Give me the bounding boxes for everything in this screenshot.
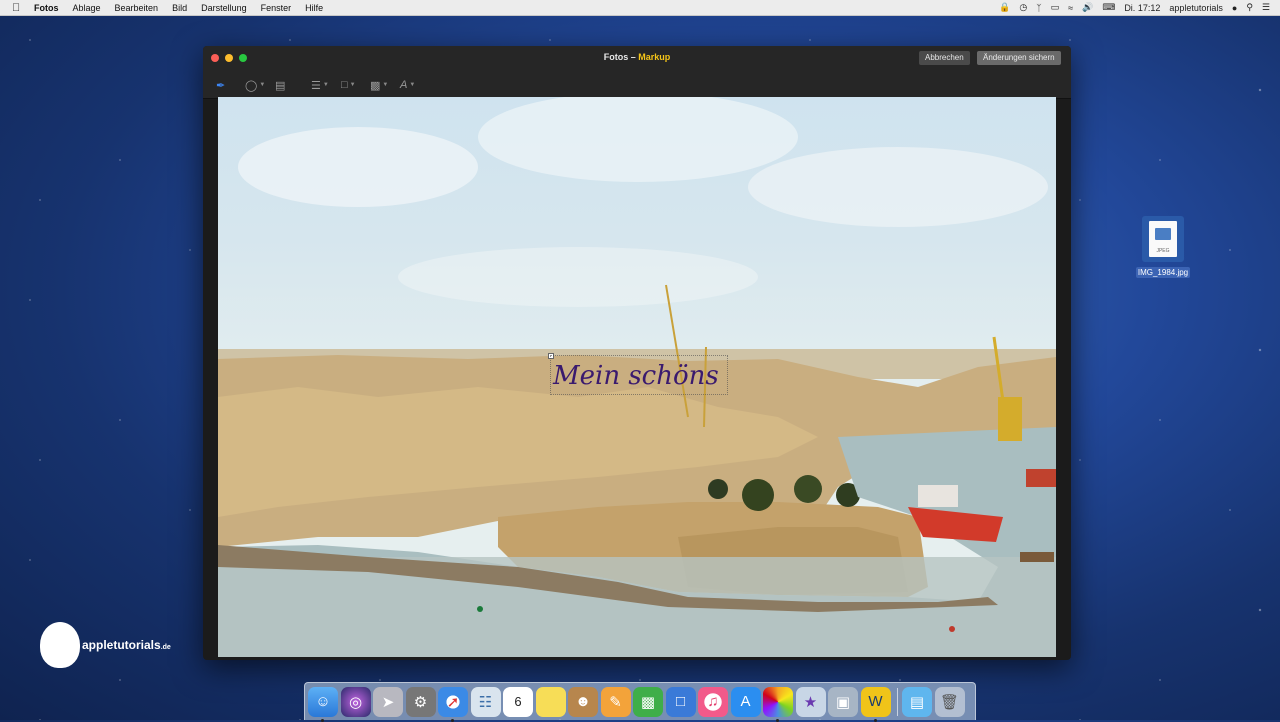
contacts-icon[interactable]: ☻ <box>568 686 598 717</box>
sketch-tool-icon[interactable]: ✒ <box>216 78 225 92</box>
volume-icon[interactable]: 🔊 <box>1082 2 1093 13</box>
photo-canvas[interactable]: Mein schöns <box>218 97 1056 657</box>
chevron-down-icon: ▼ <box>259 82 266 88</box>
text-tool-icon[interactable]: ▤ <box>275 78 285 92</box>
logo-suffix: .de <box>160 644 171 651</box>
title-bar: Fotos – Markup Abbrechen Änderungen sich… <box>203 46 1071 70</box>
downloads-folder-icon[interactable]: ▤ <box>902 686 932 717</box>
menu-bild[interactable]: Bild <box>172 3 187 13</box>
wifi-icon[interactable]: ≈ <box>1068 3 1073 13</box>
spotlight-icon[interactable]: ⚲ <box>1246 2 1253 13</box>
chevron-down-icon: ▼ <box>409 82 416 88</box>
chevron-down-icon: ▼ <box>349 82 356 88</box>
apple-logo-icon <box>40 622 80 668</box>
window-title-app: Fotos <box>603 52 629 62</box>
menu-hilfe[interactable]: Hilfe <box>305 3 323 13</box>
file-type-label: JPEG <box>1156 248 1170 254</box>
pages-icon[interactable]: ✎ <box>600 686 631 717</box>
markup-text-box[interactable]: Mein schöns <box>550 355 728 395</box>
logo-text: appletutorials.de <box>82 638 171 652</box>
photos-markup-window: Fotos – Markup Abbrechen Änderungen sich… <box>203 46 1071 660</box>
notes-icon[interactable] <box>535 686 566 717</box>
siri-icon[interactable]: ◎ <box>340 686 371 717</box>
text-style-icon[interactable]: A ▼ <box>400 78 415 92</box>
keynote-icon[interactable]: □ <box>665 686 696 717</box>
safari-icon[interactable]: ➚ <box>438 686 468 722</box>
status-area: 🔒 ◷ ᛉ ▭ ≈ 🔊 ⌨ Di. 17:12 appletutorials ●… <box>999 0 1270 15</box>
cancel-button[interactable]: Abbrechen <box>919 51 970 65</box>
bluetooth-icon[interactable]: ᛉ <box>1036 3 1041 13</box>
save-changes-button[interactable]: Änderungen sichern <box>977 51 1061 65</box>
logo-name: appletutorials <box>82 638 161 652</box>
line-style-icon[interactable]: ☰ ▼ <box>311 78 329 92</box>
itunes-icon[interactable]: ♫ <box>698 686 728 717</box>
border-color-icon[interactable]: □ ▼ <box>341 78 356 92</box>
clock[interactable]: Di. 17:12 <box>1124 3 1160 13</box>
menu-bar:  Fotos Ablage Bearbeiten Bild Darstellu… <box>0 0 1280 16</box>
appletutorials-logo: appletutorials.de <box>40 622 171 668</box>
menu-darstellung[interactable]: Darstellung <box>201 3 247 13</box>
menu-ablage[interactable]: Ablage <box>73 3 101 13</box>
menu-fenster[interactable]: Fenster <box>261 3 292 13</box>
photos-icon[interactable] <box>763 686 793 722</box>
running-indicator <box>451 718 454 722</box>
desktop-file[interactable]: JPEG IMG_1984.jpg <box>1134 216 1192 280</box>
chevron-down-icon: ▼ <box>382 82 389 88</box>
imovie-icon[interactable]: ★ <box>795 686 826 717</box>
image-thumbnail <box>1155 228 1171 240</box>
desktop-file-name: IMG_1984.jpg <box>1135 267 1191 278</box>
fill-color-icon[interactable]: ▩ ▼ <box>370 78 388 92</box>
dock-separator <box>897 687 898 716</box>
user-name[interactable]: appletutorials <box>1169 3 1223 13</box>
trash-icon[interactable]: 🗑 <box>934 686 965 717</box>
dock: ☺ ◎ ➤ ⚙ ➚ ☷ 6 ☻ ✎ ▩ □ ♫ A ★ ▣ W ▤ 🗑 <box>304 682 976 722</box>
calendar-icon[interactable]: 6 <box>503 686 533 717</box>
file-document: JPEG <box>1149 221 1177 257</box>
menu-bearbeiten[interactable]: Bearbeiten <box>115 3 159 13</box>
time-machine-icon[interactable]: ◷ <box>1019 2 1027 13</box>
running-indicator <box>776 718 779 722</box>
notification-center-icon[interactable]: ☰ <box>1262 2 1270 13</box>
jpeg-file-icon: JPEG <box>1142 216 1184 262</box>
markup-toolbar: ✒ ◯ ▼ ▤ ☰ ▼ □ ▼ ▩ ▼ A ▼ <box>203 70 1071 99</box>
airplay-icon[interactable]: ▭ <box>1051 2 1060 13</box>
running-indicator <box>873 718 877 722</box>
lock-icon[interactable]: 🔒 <box>999 2 1010 13</box>
launchpad-icon[interactable]: ➤ <box>373 686 403 717</box>
siri-icon[interactable]: ● <box>1232 3 1237 13</box>
shapes-tool-icon[interactable]: ◯ ▼ <box>245 78 265 92</box>
preview-icon[interactable]: ☷ <box>470 686 501 717</box>
running-indicator <box>321 718 324 722</box>
window-title-separator: – <box>628 52 639 62</box>
system-preferences-icon[interactable]: ⚙ <box>405 686 436 717</box>
image-capture-icon[interactable]: ▣ <box>828 686 858 717</box>
menu-app-name[interactable]: Fotos <box>34 3 59 13</box>
finder-icon[interactable]: ☺ <box>308 686 338 722</box>
keyboard-icon[interactable]: ⌨ <box>1102 2 1115 13</box>
chevron-down-icon: ▼ <box>322 82 329 88</box>
window-title-extension: Markup <box>638 52 671 62</box>
numbers-icon[interactable]: ▩ <box>633 686 663 717</box>
app-icon[interactable]: W <box>860 686 891 722</box>
apple-menu-icon[interactable]:  <box>12 2 24 14</box>
app-store-icon[interactable]: A <box>730 686 761 717</box>
